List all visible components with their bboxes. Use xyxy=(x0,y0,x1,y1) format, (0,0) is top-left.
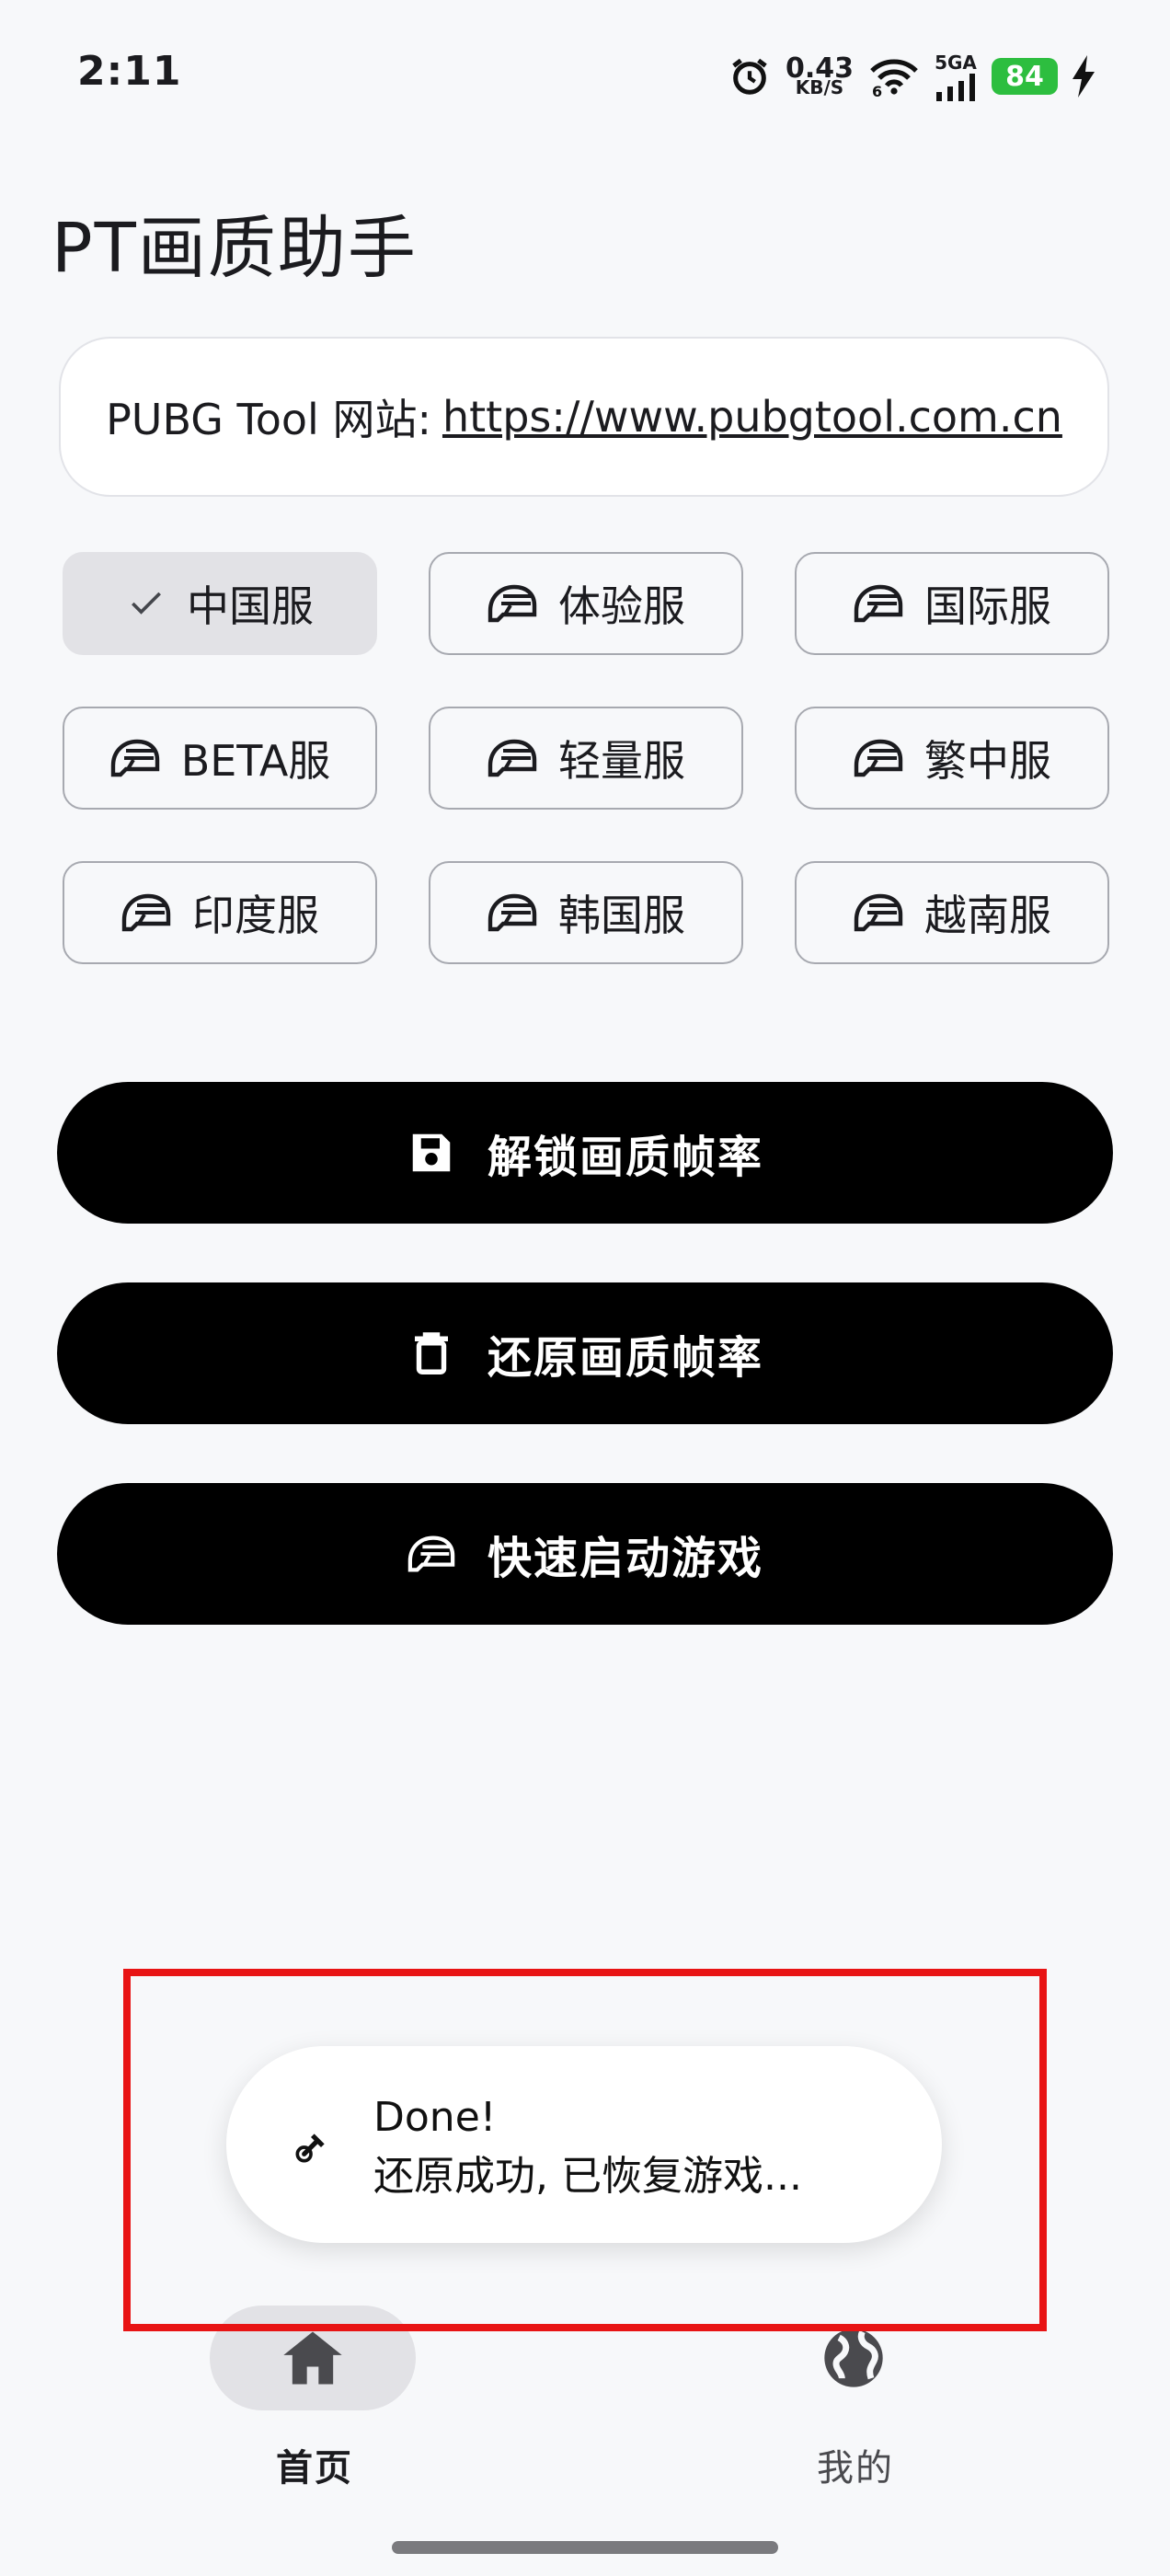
server-chip-label: 轻量服 xyxy=(558,736,685,786)
server-chip[interactable]: 印度服 xyxy=(63,861,377,964)
helmet-icon xyxy=(407,1535,455,1572)
server-chip-label: 越南服 xyxy=(924,891,1051,940)
website-card: PUBG Tool 网站: https://www.pubgtool.com.c… xyxy=(59,337,1109,497)
server-chip[interactable]: 繁中服 xyxy=(795,707,1109,810)
server-chip-label: 中国服 xyxy=(187,581,314,631)
svg-text:6: 6 xyxy=(872,83,882,97)
helmet-icon xyxy=(488,893,537,932)
status-time: 2:11 xyxy=(77,48,182,95)
server-chip[interactable]: 韩国服 xyxy=(429,861,743,964)
nav-mine-label[interactable]: 我的 xyxy=(817,2438,894,2491)
helmet-icon xyxy=(854,584,903,623)
server-chip[interactable]: 轻量服 xyxy=(429,707,743,810)
save-icon xyxy=(412,1133,451,1172)
server-chip-label: BETA服 xyxy=(180,736,331,786)
server-chip[interactable]: 中国服 xyxy=(63,552,377,655)
highlight-box xyxy=(123,1969,1047,2331)
signal-indicator: 5GA xyxy=(935,52,977,101)
server-chip[interactable]: BETA服 xyxy=(63,707,377,810)
restore-quality-label: 还原画质帧率 xyxy=(487,1332,763,1384)
server-chip[interactable]: 越南服 xyxy=(795,861,1109,964)
trash-icon xyxy=(414,1332,448,1374)
battery-indicator: 84 xyxy=(992,58,1058,95)
quick-launch-button[interactable]: 快速启动游戏 xyxy=(57,1483,1113,1625)
status-icons: 0.43 KB/S 6 5GA 84 xyxy=(728,52,1096,101)
website-link[interactable]: https://www.pubgtool.com.cn xyxy=(442,392,1062,442)
server-chip-label: 韩国服 xyxy=(558,891,685,940)
server-chip[interactable]: 国际服 xyxy=(795,552,1109,655)
helmet-icon xyxy=(854,893,903,932)
quick-launch-label: 快速启动游戏 xyxy=(487,1533,763,1584)
app-title: PT画质助手 xyxy=(52,209,418,288)
helmet-icon xyxy=(121,893,171,932)
globe-icon[interactable] xyxy=(819,2323,889,2393)
check-icon xyxy=(132,592,161,615)
helmet-icon xyxy=(854,739,903,777)
restore-quality-button[interactable]: 还原画质帧率 xyxy=(57,1282,1113,1424)
unlock-quality-button[interactable]: 解锁画质帧率 xyxy=(57,1082,1113,1224)
net-speed: 0.43 KB/S xyxy=(785,52,854,99)
charging-icon xyxy=(1072,55,1095,98)
unlock-quality-label: 解锁画质帧率 xyxy=(487,1132,763,1183)
signal-icon xyxy=(936,74,975,101)
website-label: PUBG Tool 网站: xyxy=(106,395,431,444)
home-icon[interactable] xyxy=(278,2323,348,2393)
gesture-handle[interactable] xyxy=(392,2541,778,2554)
server-chip-label: 体验服 xyxy=(558,581,685,631)
alarm-icon xyxy=(732,58,767,95)
helmet-icon xyxy=(110,739,159,777)
server-chip[interactable]: 体验服 xyxy=(429,552,743,655)
server-chip-label: 国际服 xyxy=(924,581,1051,631)
nav-home-label[interactable]: 首页 xyxy=(276,2438,353,2491)
server-chip-label: 印度服 xyxy=(192,891,319,940)
wifi-icon: 6 xyxy=(870,59,918,97)
helmet-icon xyxy=(488,739,537,777)
helmet-icon xyxy=(488,584,537,623)
server-chip-label: 繁中服 xyxy=(924,736,1051,786)
